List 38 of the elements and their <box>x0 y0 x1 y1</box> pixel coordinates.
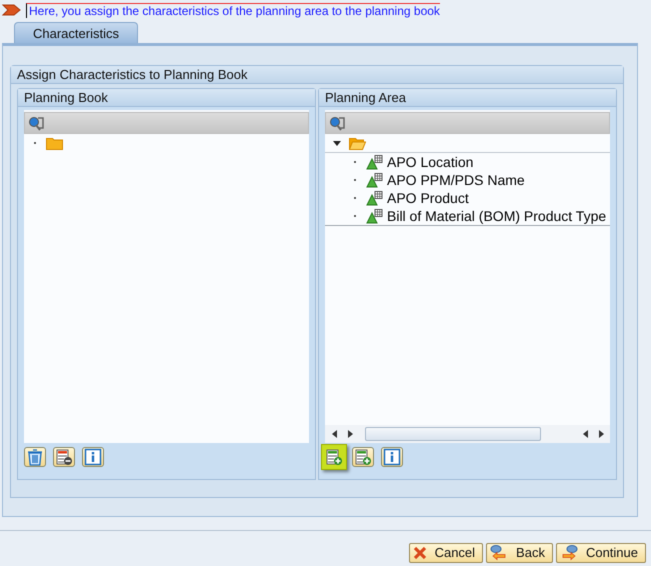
delete-button[interactable] <box>24 447 46 467</box>
characteristic-icon <box>366 172 383 188</box>
close-icon <box>412 546 427 560</box>
add-button[interactable] <box>352 447 374 467</box>
arrow-icon <box>2 4 22 16</box>
tree-item[interactable]: APO Product <box>387 190 469 206</box>
add-row-icon <box>354 448 372 466</box>
find-icon[interactable] <box>329 115 346 131</box>
info-button[interactable] <box>381 447 403 467</box>
add-row-icon <box>325 448 343 466</box>
tree-item[interactable]: APO PPM/PDS Name <box>387 172 525 188</box>
horizontal-scrollbar[interactable] <box>325 425 610 443</box>
tab[interactable]: Characteristics <box>14 22 138 43</box>
add-button[interactable] <box>321 444 347 470</box>
continue-arrow-icon <box>560 544 578 560</box>
tree-item[interactable]: APO Location <box>387 154 474 170</box>
characteristic-icon <box>366 154 383 170</box>
remove-row-icon <box>55 448 73 466</box>
remove-button[interactable] <box>53 447 75 467</box>
info-icon <box>84 448 102 466</box>
info-button[interactable] <box>82 447 104 467</box>
folder-icon <box>349 136 366 150</box>
back-button[interactable]: Back <box>486 542 553 562</box>
info-icon <box>383 448 401 466</box>
continue-button[interactable]: Continue <box>556 542 646 562</box>
find-icon[interactable] <box>28 115 45 131</box>
folder-icon <box>46 136 63 150</box>
group-title: Assign Characteristics to Planning Book <box>11 66 623 84</box>
trash-icon <box>26 448 44 466</box>
pane-title: Planning Area <box>319 89 616 107</box>
cancel-button[interactable]: Cancel <box>408 542 484 562</box>
characteristic-icon <box>366 208 383 224</box>
tree-item[interactable]: Bill of Material (BOM) Product Type <box>387 208 606 224</box>
expand-caret-icon[interactable] <box>333 140 341 146</box>
back-arrow-icon <box>490 544 508 560</box>
characteristic-icon <box>366 190 383 206</box>
hint-text: Here, you assign the characteristics of the planning area to the planning book <box>26 2 440 18</box>
pane-title: Planning Book <box>18 89 315 107</box>
